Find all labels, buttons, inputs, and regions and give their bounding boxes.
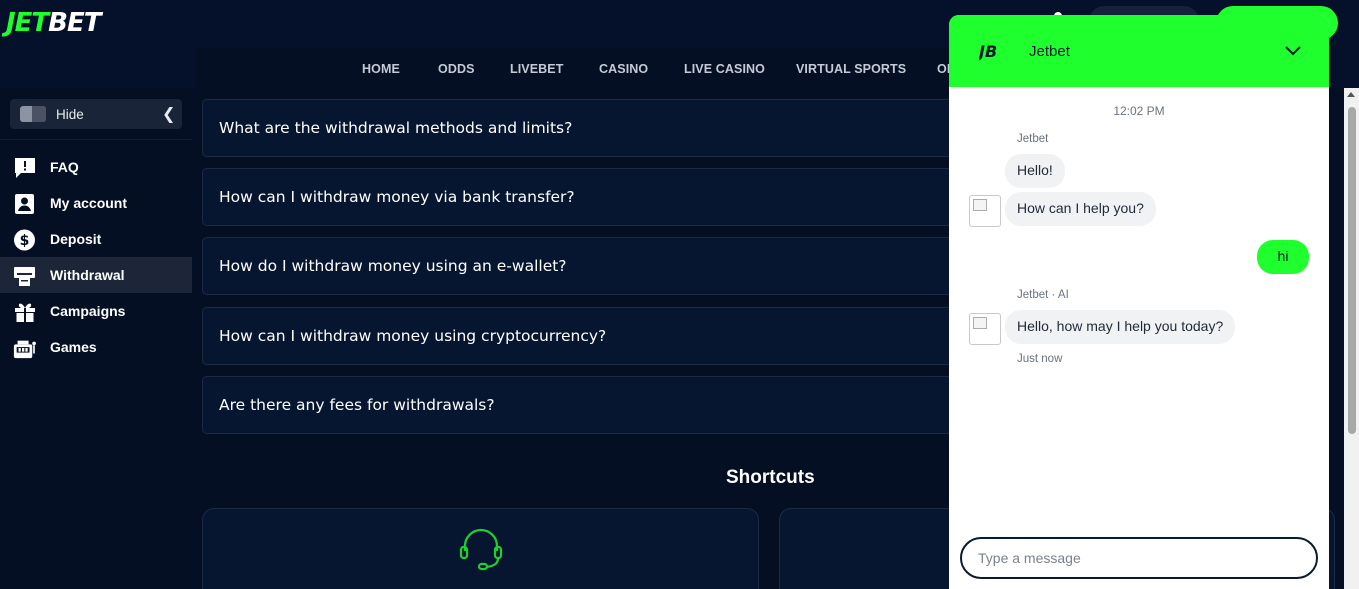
chat-widget: JB Jetbet 12:02 PM Jetbet Hello! How can…: [949, 15, 1329, 589]
agent-message: Hello, how may I help you today?: [1005, 310, 1236, 344]
headset-icon: [459, 528, 503, 571]
message-status: Just now: [1017, 353, 1063, 365]
nav-livebet[interactable]: LIVEBET: [510, 62, 563, 76]
hide-label: Hide: [56, 107, 84, 122]
svg-text:$: $: [20, 233, 30, 249]
shortcut-card-support[interactable]: [202, 508, 759, 589]
faq-question[interactable]: How do I withdraw money using an e-walle…: [202, 237, 1002, 295]
nav-odds[interactable]: ODDS: [438, 62, 475, 76]
chat-message-input[interactable]: [960, 537, 1318, 579]
nav-virtual-sports[interactable]: VIRTUAL SPORTS: [796, 62, 906, 76]
chat-timestamp: 12:02 PM: [1113, 104, 1165, 118]
chevron-left-icon: ❮: [162, 104, 176, 123]
gift-icon: [15, 303, 35, 322]
account-icon: [15, 194, 34, 214]
nav-casino[interactable]: CASINO: [599, 62, 648, 76]
sidebar-divider: [0, 139, 192, 140]
scroll-up-icon[interactable]: [1347, 92, 1355, 97]
jb-logo-icon: JB: [979, 42, 997, 61]
agent-avatar: [969, 195, 1001, 227]
chevron-down-icon[interactable]: [1283, 41, 1303, 61]
agent-avatar: [969, 313, 1001, 345]
agent-message: Hello!: [1005, 154, 1065, 188]
chat-title: Jetbet: [1029, 43, 1070, 60]
svg-text:JB: JB: [979, 42, 997, 61]
faq-icon: [15, 158, 35, 178]
faq-question[interactable]: What are the withdrawal methods and limi…: [202, 99, 1002, 157]
nav-home[interactable]: HOME: [362, 62, 400, 76]
sidebar-item-games[interactable]: Games: [0, 329, 192, 365]
sidebar-item-campaigns[interactable]: Campaigns: [0, 293, 192, 329]
message-sender: Jetbet · AI: [1017, 289, 1069, 301]
dollar-icon: $: [14, 229, 35, 251]
sidebar-item-faq[interactable]: FAQ: [0, 149, 192, 185]
agent-message: How can I help you?: [1005, 192, 1156, 226]
faq-question[interactable]: How can I withdraw money via bank transf…: [202, 168, 1002, 226]
chat-header[interactable]: JB Jetbet: [949, 15, 1329, 87]
nav-live-casino[interactable]: LIVE CASINO: [684, 62, 765, 76]
withdrawal-icon: [14, 267, 35, 286]
faq-question[interactable]: How can I withdraw money using cryptocur…: [202, 307, 1002, 365]
sidebar-item-withdrawal[interactable]: Withdrawal: [0, 257, 192, 293]
jetbet-logo[interactable]: JETBET: [6, 8, 102, 38]
faq-question[interactable]: Are there any fees for withdrawals?: [202, 376, 1002, 434]
sidebar-item-my-account[interactable]: My account: [0, 185, 192, 221]
shortcuts-title: Shortcuts: [726, 467, 815, 488]
sidebar-toggle-icon: [20, 106, 46, 122]
message-sender: Jetbet: [1017, 133, 1049, 145]
sidebar-item-deposit[interactable]: $ Deposit: [0, 221, 192, 257]
scrollbar-thumb[interactable]: [1348, 107, 1356, 434]
user-message: hi: [1257, 240, 1309, 274]
casino-icon: [13, 340, 36, 359]
